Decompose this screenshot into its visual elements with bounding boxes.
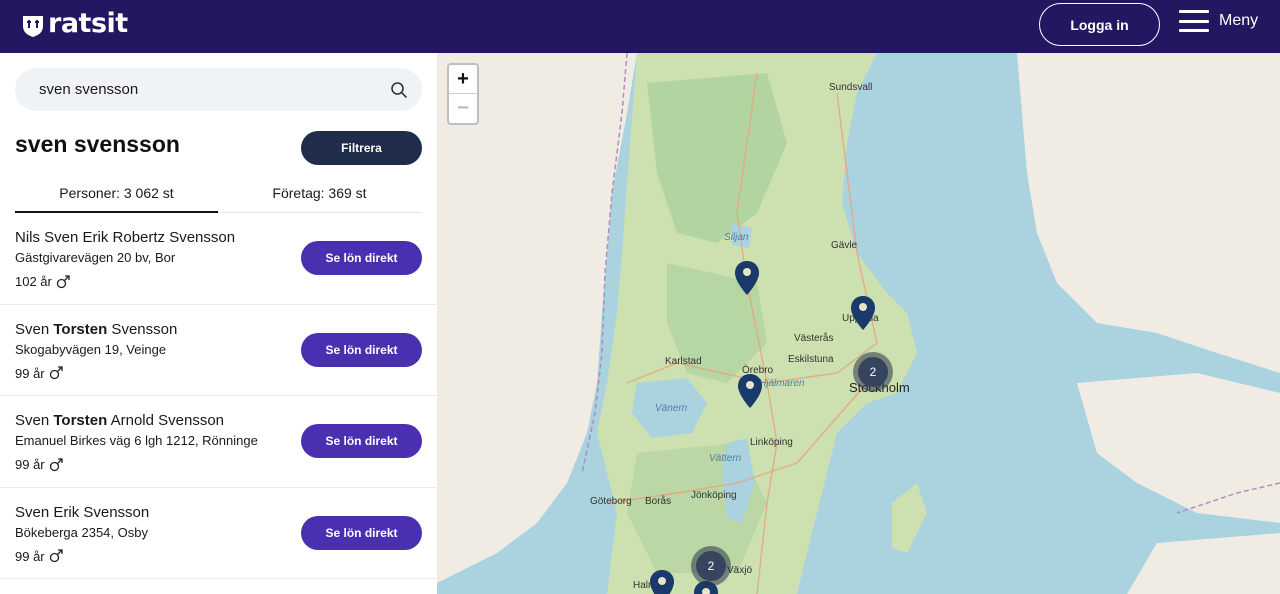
person-list: Nils Sven Erik Robertz Svensson Gästgiva… [0, 213, 437, 579]
ratsit-logo[interactable]: ratsit [22, 8, 128, 39]
map-label: Vänern [655, 403, 688, 414]
cluster-count: 2 [696, 551, 726, 581]
menu-button[interactable]: Meny [1179, 10, 1258, 32]
map-marker-pin[interactable] [850, 295, 876, 331]
person-name[interactable]: Sven Torsten Arnold Svensson [15, 412, 224, 429]
map-marker-pin[interactable] [734, 260, 760, 296]
person-address: Bökeberga 2354, Osby [15, 524, 148, 540]
search-input[interactable] [39, 81, 390, 98]
map-label: Jönköping [691, 490, 737, 501]
person-name[interactable]: Sven Erik Svensson [15, 504, 149, 521]
results-panel: sven svensson Filtrera Personer: 3 062 s… [0, 53, 437, 594]
map-label: Borås [645, 496, 672, 507]
login-button[interactable]: Logga in [1039, 3, 1160, 46]
list-item[interactable]: Sven Torsten Svensson Skogabyvägen 19, V… [0, 305, 437, 396]
map-label: Eskilstuna [788, 354, 834, 365]
top-navigation-bar: ratsit Logga in Meny [0, 0, 1280, 53]
person-name[interactable]: Nils Sven Erik Robertz Svensson [15, 229, 235, 246]
see-salary-button[interactable]: Se lön direkt [301, 424, 422, 458]
filter-button[interactable]: Filtrera [301, 131, 422, 165]
tab-persons[interactable]: Personer: 3 062 st [15, 179, 218, 213]
map-marker-pin[interactable] [649, 569, 675, 594]
male-icon [49, 549, 63, 563]
map-cluster-marker[interactable]: 2 [853, 352, 893, 392]
person-age: 99 år [15, 366, 63, 381]
result-tabs: Personer: 3 062 st Företag: 369 st [15, 179, 422, 213]
person-age: 102 år [15, 274, 70, 289]
map-marker-pin[interactable] [737, 373, 763, 409]
results-heading: sven svensson [15, 131, 180, 157]
shield-icon [23, 15, 43, 37]
person-address: Skogabyvägen 19, Veinge [15, 341, 167, 357]
male-icon [56, 274, 70, 288]
person-age: 99 år [15, 549, 63, 564]
see-salary-button[interactable]: Se lön direkt [301, 332, 422, 367]
see-salary-button[interactable]: Se lön direkt [301, 241, 422, 275]
map-label: Hjälmaren [759, 378, 805, 389]
map-label: Göteborg [590, 496, 632, 507]
person-address: Emanuel Birkes väg 6 lgh 1212, Rönninge [15, 433, 258, 448]
list-item[interactable]: Sven Erik Svensson Bökeberga 2354, Osby … [0, 488, 437, 579]
zoom-control: + − [447, 63, 479, 125]
zoom-in-button[interactable]: + [449, 65, 477, 94]
hamburger-icon [1179, 10, 1209, 32]
map-label: Vättern [709, 453, 742, 464]
map-label: Siljan [724, 232, 749, 243]
person-address: Gästgivarevägen 20 bv, Bor [15, 250, 176, 265]
map-label: Gävle [831, 240, 858, 251]
list-item[interactable]: Nils Sven Erik Robertz Svensson Gästgiva… [0, 213, 437, 305]
menu-label: Meny [1219, 12, 1259, 29]
cluster-count: 2 [858, 357, 888, 387]
tab-companies[interactable]: Företag: 369 st [218, 179, 421, 212]
see-salary-button[interactable]: Se lön direkt [301, 515, 422, 550]
zoom-out-button[interactable]: − [449, 94, 477, 123]
male-icon [49, 457, 63, 471]
map-label: Sundsvall [829, 82, 873, 93]
map-cluster-marker[interactable]: 2 [691, 546, 731, 586]
search-bar [15, 68, 422, 111]
map-label: Västerås [794, 333, 834, 344]
map-view[interactable]: + − Sundsvall Siljan Gävle Uppsala Väste… [437, 53, 1280, 594]
map-label: Karlstad [665, 356, 702, 367]
list-item[interactable]: Sven Torsten Arnold Svensson Emanuel Bir… [0, 396, 437, 488]
male-icon [49, 366, 63, 380]
person-age: 99 år [15, 457, 63, 472]
search-icon[interactable] [390, 81, 408, 99]
map-label: Linköping [750, 437, 793, 448]
logo-text: ratsit [48, 8, 128, 39]
person-name[interactable]: Sven Torsten Svensson [15, 321, 177, 338]
